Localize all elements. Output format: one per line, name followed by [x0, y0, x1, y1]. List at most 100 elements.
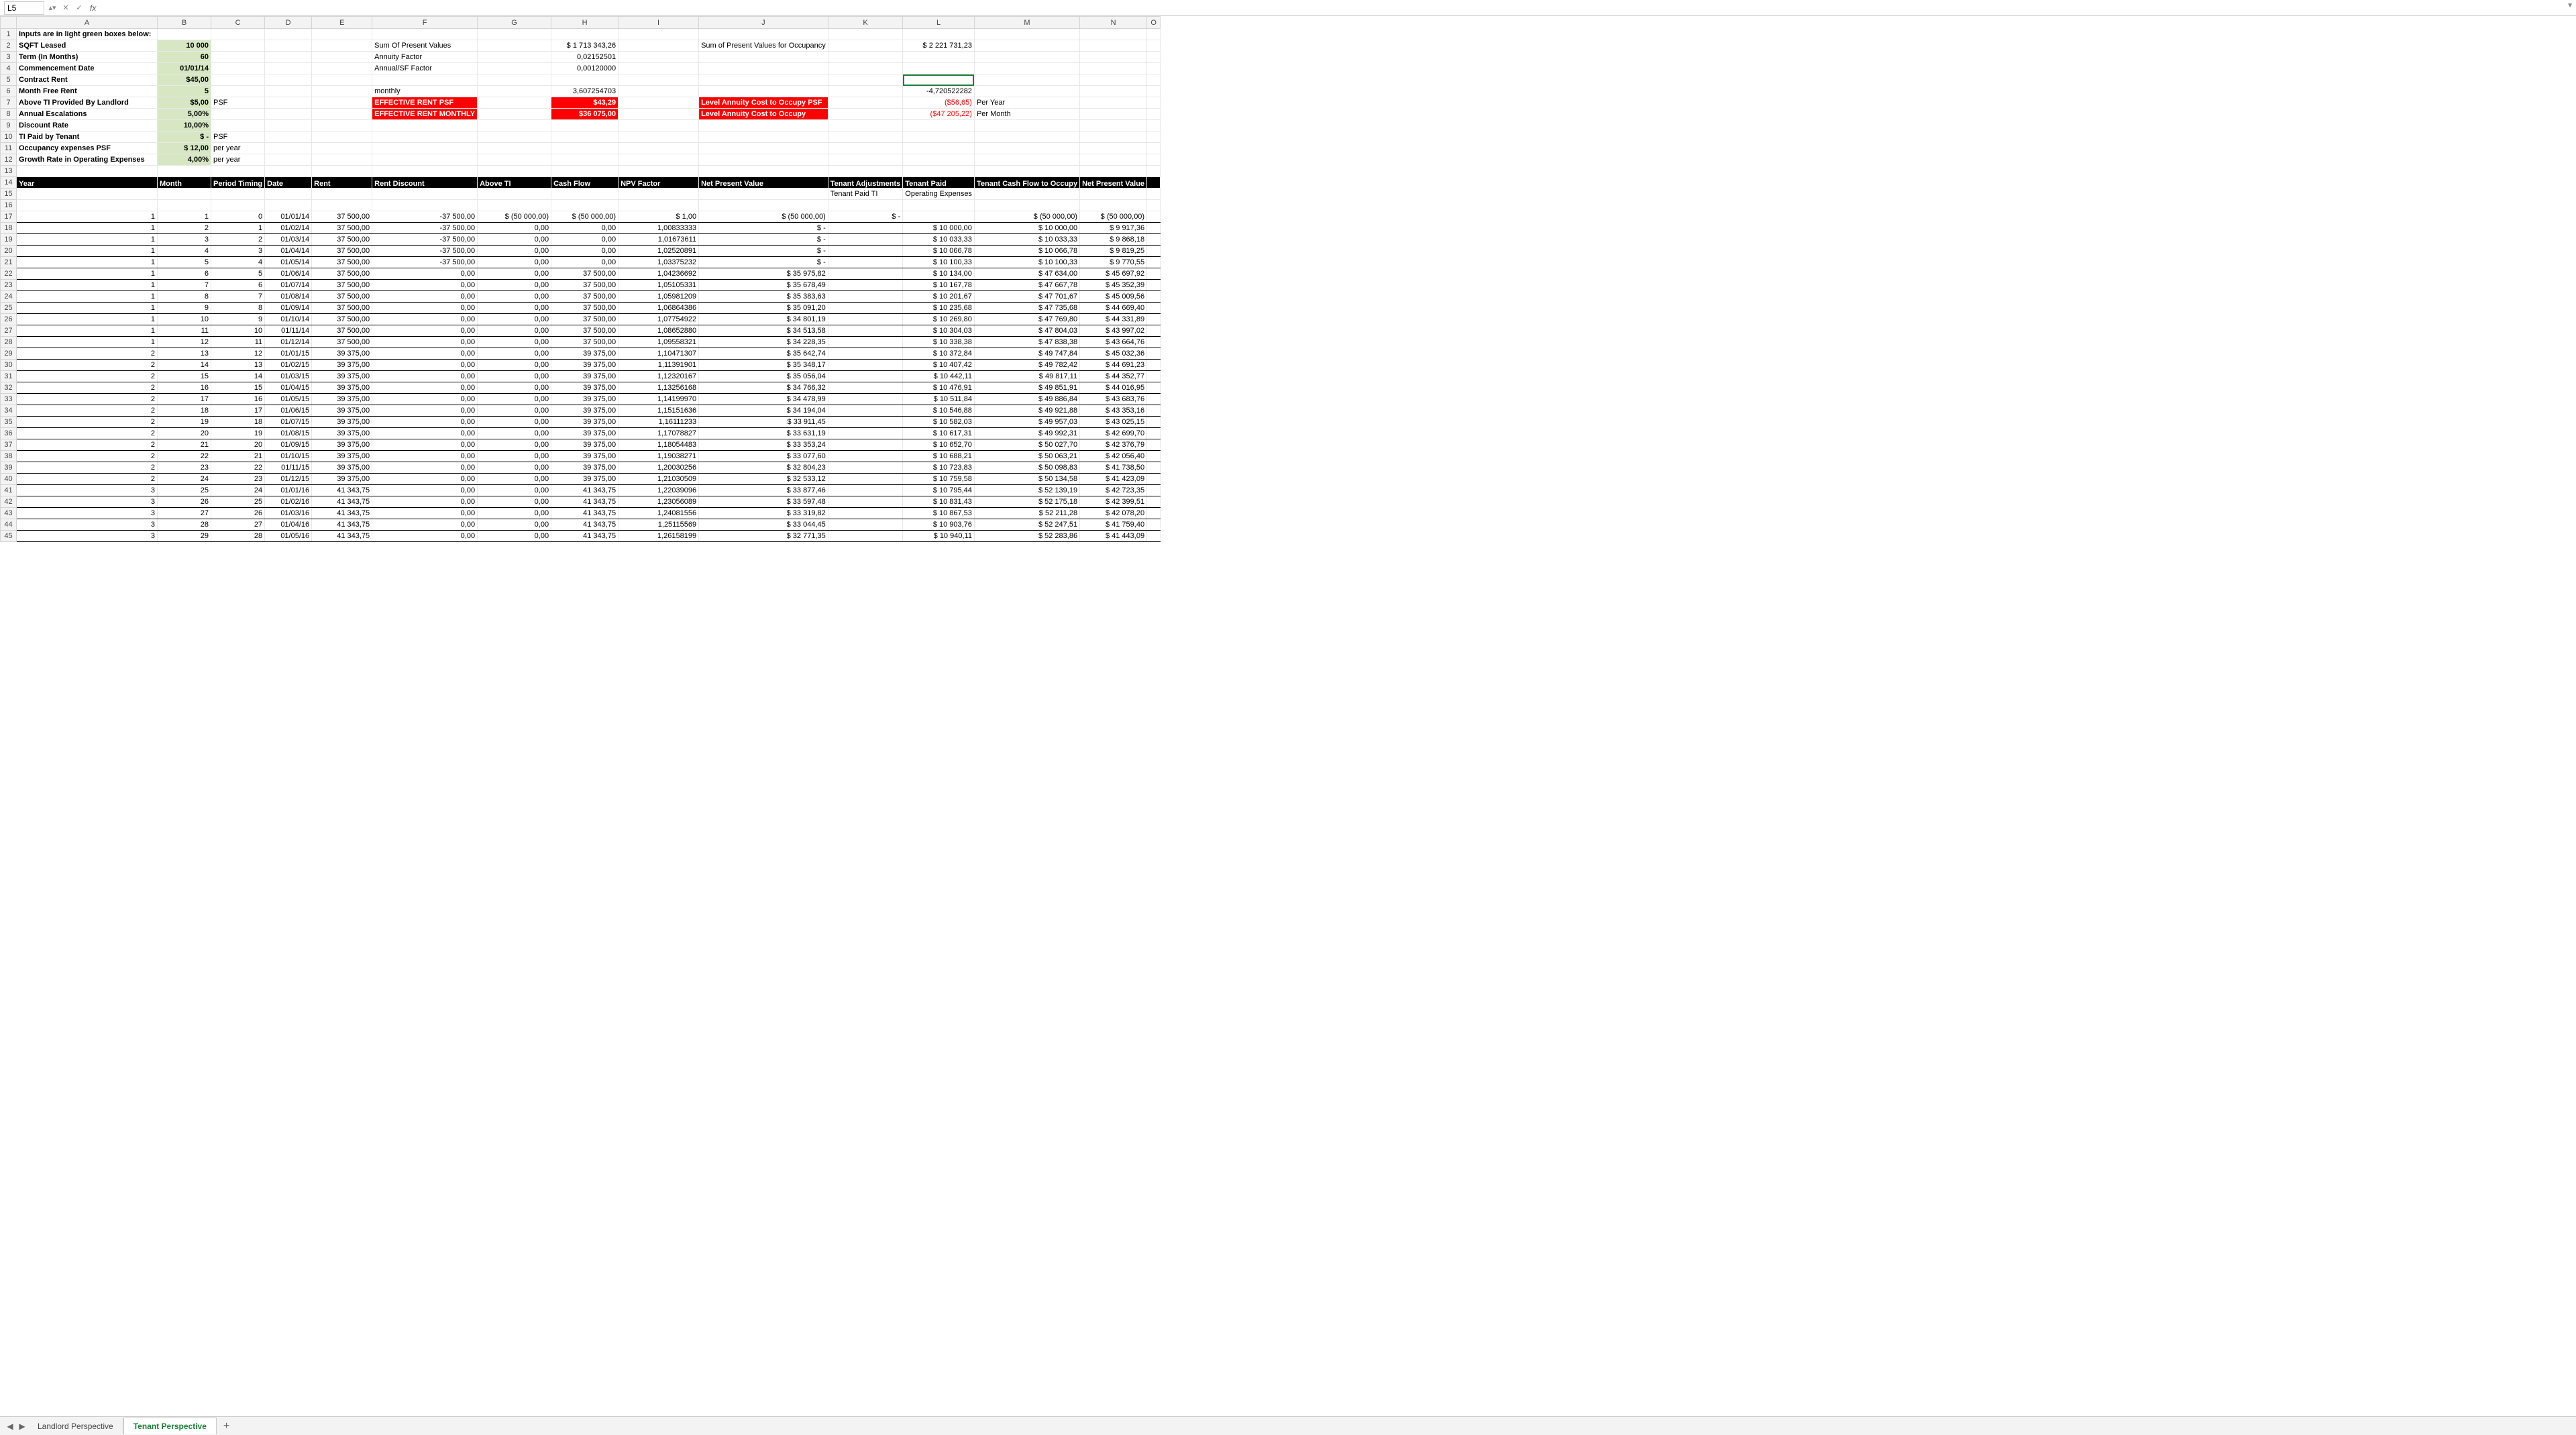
input-unit[interactable]	[211, 109, 265, 120]
input-value[interactable]: 5	[158, 86, 211, 97]
cell[interactable]	[903, 131, 975, 143]
cell[interactable]	[211, 189, 265, 200]
cell[interactable]: 0,00	[478, 382, 551, 394]
cell[interactable]: $ 10 134,00	[903, 268, 975, 280]
cell[interactable]	[265, 74, 312, 86]
cell[interactable]: 26	[158, 496, 211, 508]
cell[interactable]: 0,00	[372, 519, 478, 531]
cell[interactable]: $43,29	[551, 97, 619, 109]
cell[interactable]: 0,00	[372, 303, 478, 314]
cell[interactable]: $ 49 921,88	[974, 405, 1079, 417]
tab-tenant[interactable]: Tenant Perspective	[123, 1418, 217, 1434]
cell[interactable]	[699, 154, 828, 166]
cell[interactable]	[312, 109, 372, 120]
cell[interactable]	[828, 120, 903, 131]
cell[interactable]	[265, 166, 312, 177]
cell[interactable]	[312, 189, 372, 200]
cell[interactable]: $ 35 678,49	[699, 280, 828, 291]
cell[interactable]: 29	[158, 531, 211, 542]
cell[interactable]: $ 34 194,04	[699, 405, 828, 417]
cell[interactable]	[265, 40, 312, 52]
input-unit[interactable]	[211, 120, 265, 131]
cell[interactable]: 26	[211, 508, 265, 519]
cell[interactable]: $ 10 000,00	[974, 223, 1079, 234]
cell[interactable]	[699, 63, 828, 74]
cell[interactable]: 39 375,00	[551, 462, 619, 474]
cell[interactable]: 0,00	[478, 439, 551, 451]
cell[interactable]: 39 375,00	[551, 474, 619, 485]
row-head-11[interactable]: 11	[1, 143, 17, 154]
cell[interactable]	[828, 417, 903, 428]
input-unit[interactable]: per year	[211, 154, 265, 166]
cell[interactable]: $ 32 771,35	[699, 531, 828, 542]
cell[interactable]	[903, 211, 975, 223]
cell[interactable]: $ 49 957,03	[974, 417, 1079, 428]
cell[interactable]	[551, 131, 619, 143]
cell[interactable]: 39 375,00	[551, 428, 619, 439]
cell[interactable]	[1147, 211, 1161, 223]
table-header[interactable]: Rent Discount	[372, 177, 478, 189]
cell[interactable]	[828, 382, 903, 394]
cell[interactable]: 1,08652880	[619, 325, 699, 337]
cell[interactable]: 1,11391901	[619, 360, 699, 371]
table-header[interactable]: Rent	[312, 177, 372, 189]
cell[interactable]: 2	[17, 462, 158, 474]
tab-prev-icon[interactable]: ◀	[4, 1422, 16, 1431]
cell[interactable]: 01/02/15	[265, 360, 312, 371]
cell[interactable]: 39 375,00	[551, 382, 619, 394]
cell[interactable]	[1147, 371, 1161, 382]
cell[interactable]: 0,00	[478, 257, 551, 268]
cell[interactable]	[372, 74, 478, 86]
row-head-31[interactable]: 31	[1, 371, 17, 382]
input-label[interactable]: TI Paid by Tenant	[17, 131, 158, 143]
cell[interactable]: 0,00	[478, 451, 551, 462]
cell[interactable]: $ 10 066,78	[974, 246, 1079, 257]
cell[interactable]	[903, 52, 975, 63]
cell[interactable]: 0,00	[478, 474, 551, 485]
cell[interactable]: 4	[158, 246, 211, 257]
cell[interactable]	[312, 154, 372, 166]
cell[interactable]	[974, 63, 1079, 74]
cell[interactable]: 0,00	[372, 417, 478, 428]
cell[interactable]	[372, 120, 478, 131]
cell[interactable]	[828, 109, 903, 120]
cell[interactable]	[1147, 428, 1161, 439]
cell[interactable]: Level Annuity Cost to Occupy PSF	[699, 97, 828, 109]
row-head-41[interactable]: 41	[1, 485, 17, 496]
cell[interactable]: 17	[158, 394, 211, 405]
cell[interactable]: $ 42 699,70	[1080, 428, 1147, 439]
col-head-M[interactable]: M	[974, 17, 1079, 29]
cell[interactable]	[312, 143, 372, 154]
cell[interactable]: 1,26158199	[619, 531, 699, 542]
cell[interactable]	[1147, 257, 1161, 268]
cell[interactable]	[1147, 63, 1161, 74]
cell[interactable]: $ 10 100,33	[903, 257, 975, 268]
cell[interactable]: 37 500,00	[312, 337, 372, 348]
cell[interactable]: 0,00	[372, 314, 478, 325]
cell[interactable]	[828, 428, 903, 439]
cell[interactable]	[699, 52, 828, 63]
cell[interactable]: $ 44 691,23	[1080, 360, 1147, 371]
cell[interactable]: 37 500,00	[551, 268, 619, 280]
cell[interactable]: 39 375,00	[312, 405, 372, 417]
cell[interactable]: 01/09/15	[265, 439, 312, 451]
cell[interactable]: 11	[158, 325, 211, 337]
cell[interactable]: 41 343,75	[551, 496, 619, 508]
cell[interactable]: $ 2 221 731,23	[903, 40, 975, 52]
cell[interactable]: 0,00	[478, 508, 551, 519]
cell[interactable]	[619, 120, 699, 131]
cell[interactable]: 5	[211, 268, 265, 280]
cell[interactable]: 37 500,00	[551, 303, 619, 314]
cell[interactable]: $ 33 911,45	[699, 417, 828, 428]
cell[interactable]: 3	[17, 485, 158, 496]
cell[interactable]: Per Year	[974, 97, 1079, 109]
cell[interactable]	[1147, 52, 1161, 63]
cell[interactable]: 01/06/15	[265, 405, 312, 417]
cell[interactable]	[619, 86, 699, 97]
cell[interactable]: $ 9 819,25	[1080, 246, 1147, 257]
cell[interactable]: 21	[211, 451, 265, 462]
cell[interactable]	[1147, 337, 1161, 348]
cell[interactable]: $ 43 997,02	[1080, 325, 1147, 337]
cell[interactable]: $ 47 667,78	[974, 280, 1079, 291]
cell[interactable]: 1,02520891	[619, 246, 699, 257]
